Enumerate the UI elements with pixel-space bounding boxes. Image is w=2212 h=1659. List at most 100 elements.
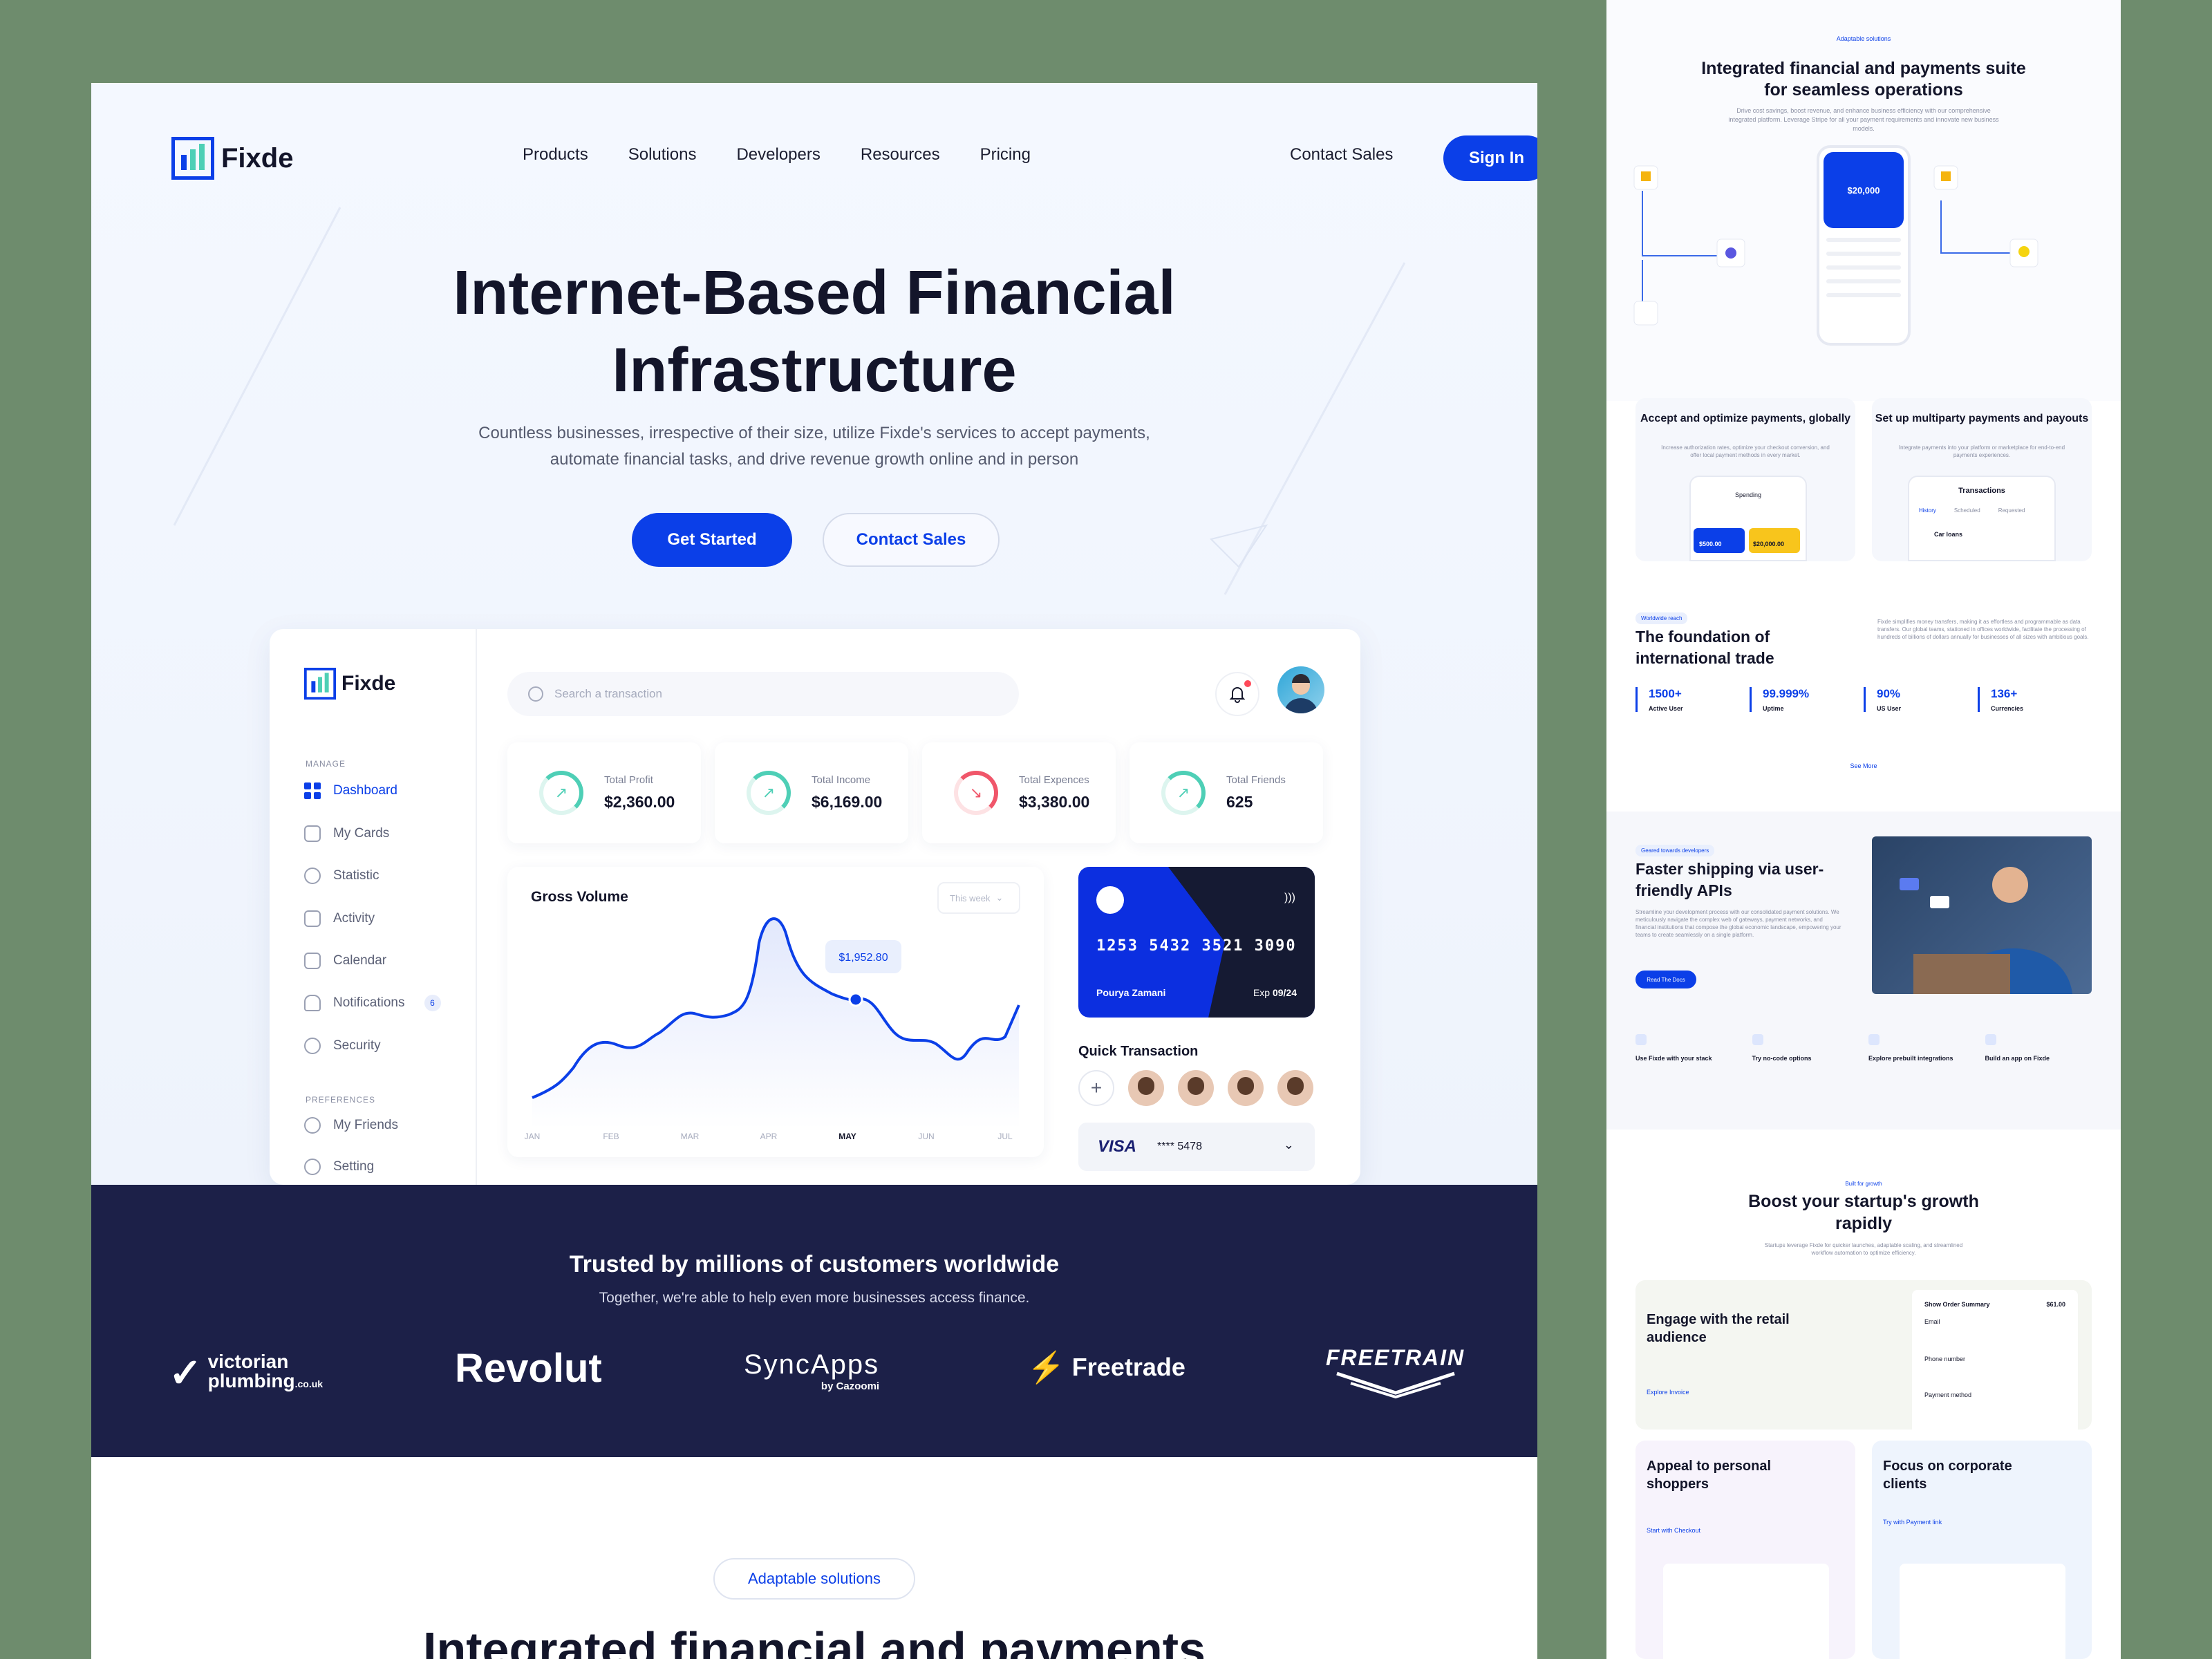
nav-pricing[interactable]: Pricing (980, 145, 1031, 165)
x-tick-label: MAR (681, 1132, 700, 1141)
get-started-button[interactable]: Get Started (632, 513, 792, 567)
explore-invoice-link[interactable]: Explore Invoice (1647, 1388, 1689, 1397)
stats-row: ↗ Total Profit $2,360.00 ↗ Total Income … (507, 742, 1323, 843)
tooltip-value: $1,952.80 (838, 952, 888, 964)
nav-solutions[interactable]: Solutions (628, 145, 697, 165)
order-amount: $61.00 (2046, 1301, 2065, 1308)
gross-volume-chart: $1,952.80 JAN FEB MAR APR MAY JUN JUL (525, 917, 1020, 1141)
tab-history[interactable]: History (1919, 507, 1936, 514)
feature-item: Try no-code options (1752, 1034, 1859, 1062)
notifications-button[interactable] (1215, 672, 1259, 716)
payment-link[interactable]: Try with Payment link (1883, 1518, 1942, 1527)
contact-sales-button[interactable]: Contact Sales (823, 513, 1000, 567)
sidebar-item-statistic[interactable]: Statistic (304, 868, 379, 884)
brand-name: Fixde (221, 142, 294, 174)
add-contact-button[interactable]: + (1078, 1070, 1114, 1106)
sidebar-item-my-friends[interactable]: My Friends (304, 1117, 398, 1134)
shield-icon (304, 1038, 321, 1054)
hero-subtitle: Countless businesses, irrespective of th… (91, 420, 1537, 473)
notification-dot (1244, 680, 1251, 687)
payment-link-mockup (1900, 1564, 2065, 1659)
adaptable-solutions-badge: Adaptable solutions (713, 1558, 915, 1600)
landing-page: Fixde Products Solutions Developers Reso… (91, 83, 1537, 1659)
sidebar-item-my-cards[interactable]: My Cards (304, 825, 389, 842)
fixde-logo-icon (304, 668, 336, 700)
sidebar-item-label: My Friends (333, 1118, 398, 1132)
metric-label: Active User (1649, 705, 1683, 712)
metric-value: 90% (1877, 687, 1901, 700)
x-tick-label: JUN (918, 1132, 934, 1141)
contact-avatar[interactable] (1228, 1070, 1264, 1106)
dashboard-preview: Fixde MANAGE Dashboard My Cards Statisti… (270, 629, 1360, 1185)
payment-card-select[interactable]: VISA **** 5478 ⌄ (1078, 1123, 1315, 1171)
metric-label: Uptime (1763, 705, 1784, 712)
phone-label: Phone number (1924, 1356, 1966, 1362)
amount-chip-blue: $500.00 (1694, 528, 1745, 553)
stat-value: $2,360.00 (604, 793, 675, 811)
sidebar-item-dashboard[interactable]: Dashboard (304, 782, 397, 799)
sidebar-item-label: Statistic (333, 868, 379, 883)
manage-section-label: MANAGE (306, 759, 346, 769)
developer-photo (1872, 836, 2092, 994)
revolut-logo: Revolut (455, 1346, 602, 1391)
nav-products[interactable]: Products (523, 145, 588, 165)
trend-up-icon: ↗ (747, 771, 791, 815)
sidebar-item-activity[interactable]: Activity (304, 910, 375, 927)
dashboard-brand-name: Fixde (341, 672, 396, 695)
contact-avatar[interactable] (1277, 1070, 1313, 1106)
brand-syncapps: SyncApps (744, 1349, 880, 1380)
start-checkout-link[interactable]: Start with Checkout (1647, 1526, 1700, 1535)
metric-value: 136+ (1991, 687, 2018, 700)
checkout-mockup (1663, 1564, 1829, 1659)
fixde-logo-icon (171, 137, 214, 180)
tab-scheduled[interactable]: Scheduled (1954, 507, 1980, 514)
foundation-title: The foundation of international trade (1635, 628, 1774, 667)
see-more-link[interactable]: See More (1606, 762, 2121, 771)
transactions-label: Transactions (1958, 487, 2005, 495)
contact-avatar[interactable] (1128, 1070, 1164, 1106)
trend-down-icon: ↘ (954, 771, 998, 815)
focus-title: Focus on corporate clients (1883, 1459, 2012, 1492)
user-avatar[interactable] (1277, 666, 1324, 713)
contactless-icon: ))) (1284, 892, 1295, 903)
card-number: 1253 5432 3521 3090 (1096, 937, 1297, 955)
x-tick-label: FEB (603, 1132, 619, 1141)
x-tick-label: JUL (997, 1132, 1013, 1141)
sidebar-item-calendar[interactable]: Calendar (304, 953, 386, 969)
transactions-tabs: History Scheduled Requested (1919, 507, 2025, 514)
victorian-plumbing-logo: ✓ victorian plumbing.co.uk (169, 1349, 323, 1396)
sidebar-item-setting[interactable]: Setting (304, 1159, 374, 1175)
gross-volume-card: Gross Volume This week ⌄ $1,952.80 JAN F… (507, 867, 1044, 1157)
boost-title: Boost your startup's growth rapidly (1748, 1192, 1979, 1233)
email-label: Email (1924, 1318, 1940, 1325)
dashboard-logo[interactable]: Fixde (304, 668, 395, 700)
metric-label: US User (1877, 705, 1902, 712)
transaction-search-input[interactable]: Search a transaction (507, 672, 1019, 716)
nav-resources[interactable]: Resources (861, 145, 940, 165)
fixde-logo[interactable]: Fixde (171, 135, 293, 181)
engage-retail-card: Engage with the retail audience Explore … (1635, 1280, 2092, 1430)
sidebar-item-label: Setting (333, 1159, 375, 1174)
bell-icon (1229, 687, 1246, 703)
sidebar-item-notifications[interactable]: Notifications 6 (304, 995, 441, 1011)
read-docs-button[interactable]: Read The Docs (1635, 971, 1696, 988)
sidebar-item-security[interactable]: Security (304, 1038, 381, 1054)
wallet-icon (304, 825, 321, 842)
card-holder-name: Pourya Zamani (1096, 987, 1166, 998)
credit-card[interactable]: ))) 1253 5432 3521 3090 Pourya Zamani Ex… (1078, 867, 1315, 1018)
hero-title-line1: Internet-Based Financial (453, 259, 1176, 328)
stat-label: Total Friends (1226, 774, 1286, 786)
card-expiry-label: Exp (1253, 987, 1271, 998)
integrations-icon (1868, 1034, 1880, 1045)
hero-subtitle-line2: automate financial tasks, and drive reve… (550, 450, 1079, 469)
contact-avatar[interactable] (1178, 1070, 1214, 1106)
tab-requested[interactable]: Requested (1998, 507, 2025, 514)
sign-in-button[interactable]: Sign In (1443, 135, 1537, 181)
avatar-person-icon (1284, 674, 1318, 713)
metric-item: 136+ Currencies (1978, 687, 2092, 712)
boost-desc: Startups leverage Fixde for quicker laun… (1764, 1242, 1963, 1256)
nav-developers[interactable]: Developers (736, 145, 820, 165)
sidebar-item-label: Notifications (333, 995, 405, 1010)
contact-sales-link[interactable]: Contact Sales (1290, 145, 1393, 165)
app-icon (1985, 1034, 1996, 1045)
